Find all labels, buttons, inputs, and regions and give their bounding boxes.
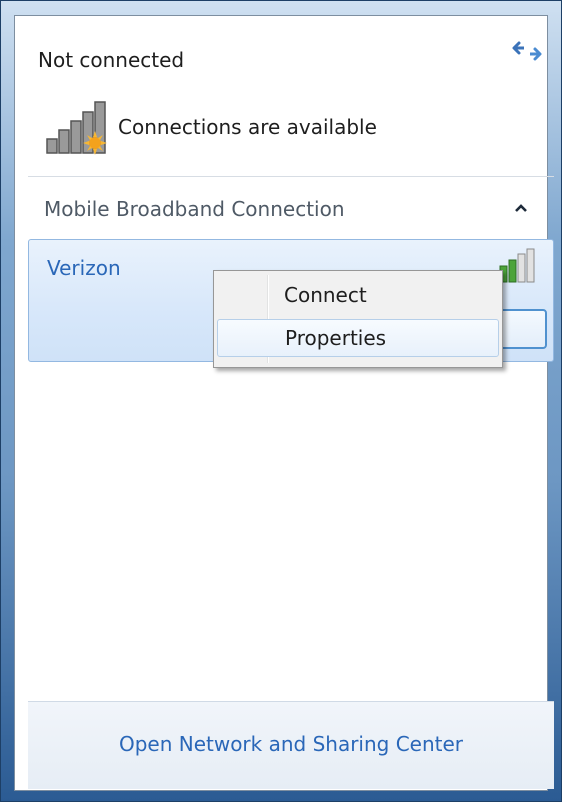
network-name: Verizon [47,256,121,280]
menu-item-label: Properties [285,326,387,350]
footer-bar: Open Network and Sharing Center [28,701,554,789]
section-divider [28,176,554,177]
chevron-up-icon[interactable] [514,203,528,213]
signal-bars-with-sunburst-icon [46,101,107,155]
mobile-broadband-section-title[interactable]: Mobile Broadband Connection [44,197,345,221]
open-network-sharing-center-link[interactable]: Open Network and Sharing Center [28,732,554,756]
refresh-arrows-icon[interactable] [510,38,544,64]
menu-item-label: Connect [284,283,367,307]
connection-status-title: Not connected [38,48,185,72]
connections-available-text: Connections are available [118,115,377,139]
context-menu: Connect Properties [213,270,503,368]
context-menu-item-properties[interactable]: Properties [217,319,499,357]
context-menu-item-connect[interactable]: Connect [217,277,499,315]
